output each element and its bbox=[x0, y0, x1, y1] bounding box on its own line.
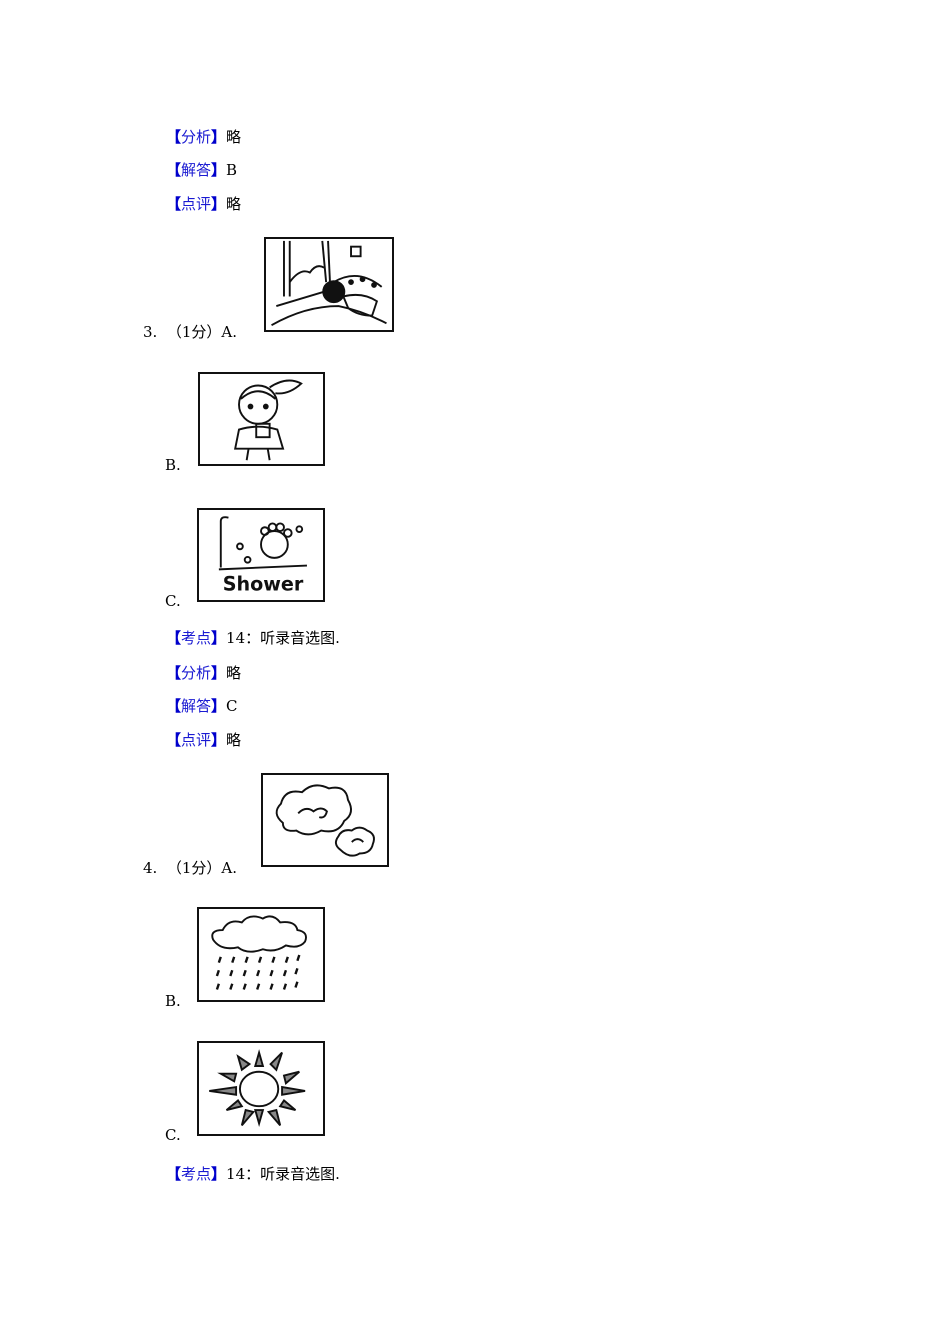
keypoint-text: 14：听录音选图. bbox=[226, 1165, 340, 1183]
keypoint-tag: 考点 bbox=[181, 1165, 212, 1183]
bracket-close: 】 bbox=[211, 697, 227, 715]
analysis-line: 【分析】略 bbox=[166, 127, 241, 147]
cloudy-weather-icon[interactable] bbox=[261, 773, 389, 867]
comment-text: 略 bbox=[226, 195, 242, 213]
comment-tag: 点评 bbox=[181, 195, 212, 213]
boy-sleeping-in-bed-icon[interactable] bbox=[264, 237, 394, 332]
keypoint-text: 14：听录音选图. bbox=[226, 629, 340, 647]
analysis-text: 略 bbox=[226, 664, 242, 682]
bracket-close: 】 bbox=[211, 195, 227, 213]
question-4-header: 4. （1分）A. bbox=[143, 858, 237, 878]
bracket-close: 】 bbox=[211, 128, 227, 146]
comment-line: 【点评】略 bbox=[166, 194, 241, 214]
answer-line: 【解答】C bbox=[166, 696, 238, 716]
comment-line: 【点评】略 bbox=[166, 730, 241, 750]
girl-brushing-teeth-icon[interactable] bbox=[198, 372, 325, 466]
analysis-tag: 分析 bbox=[181, 664, 212, 682]
question-score: （1分） bbox=[166, 859, 222, 877]
bracket-open: 【 bbox=[166, 697, 182, 715]
bracket-open: 【 bbox=[166, 664, 182, 682]
answer-tag: 解答 bbox=[181, 161, 212, 179]
question-score: （1分） bbox=[166, 323, 222, 341]
option-c-label: C. bbox=[165, 1126, 181, 1144]
boy-taking-shower-icon[interactable]: Shower bbox=[197, 508, 325, 602]
bracket-open: 【 bbox=[166, 1165, 182, 1183]
analysis-tag: 分析 bbox=[181, 128, 212, 146]
analysis-text: 略 bbox=[226, 128, 242, 146]
question-number: 4. bbox=[143, 859, 158, 877]
option-c-label: C. bbox=[165, 592, 181, 610]
option-b-label: B. bbox=[165, 456, 181, 474]
analysis-line: 【分析】略 bbox=[166, 663, 241, 683]
keypoint-tag: 考点 bbox=[181, 629, 212, 647]
keypoint-line: 【考点】14：听录音选图. bbox=[166, 628, 340, 648]
bracket-close: 】 bbox=[211, 629, 227, 647]
rainy-weather-icon[interactable] bbox=[197, 907, 325, 1002]
answer-text: C bbox=[226, 697, 238, 715]
bracket-open: 【 bbox=[166, 128, 182, 146]
bracket-close: 】 bbox=[211, 1165, 227, 1183]
option-a-label: A. bbox=[221, 859, 238, 877]
bracket-open: 【 bbox=[166, 195, 182, 213]
keypoint-line: 【考点】14：听录音选图. bbox=[166, 1164, 340, 1184]
bracket-close: 】 bbox=[211, 664, 227, 682]
comment-tag: 点评 bbox=[181, 731, 212, 749]
sunny-weather-icon[interactable] bbox=[197, 1041, 325, 1136]
answer-text: B bbox=[226, 161, 238, 179]
bracket-open: 【 bbox=[166, 161, 182, 179]
bracket-close: 】 bbox=[211, 161, 227, 179]
bracket-open: 【 bbox=[166, 629, 182, 647]
answer-tag: 解答 bbox=[181, 697, 212, 715]
shower-image-text: Shower bbox=[223, 572, 304, 595]
option-a-label: A. bbox=[221, 323, 238, 341]
bracket-close: 】 bbox=[211, 731, 227, 749]
bracket-open: 【 bbox=[166, 731, 182, 749]
comment-text: 略 bbox=[226, 731, 242, 749]
question-3-header: 3. （1分）A. bbox=[143, 322, 237, 342]
answer-line: 【解答】B bbox=[166, 160, 237, 180]
question-number: 3. bbox=[143, 323, 158, 341]
option-b-label: B. bbox=[165, 992, 181, 1010]
